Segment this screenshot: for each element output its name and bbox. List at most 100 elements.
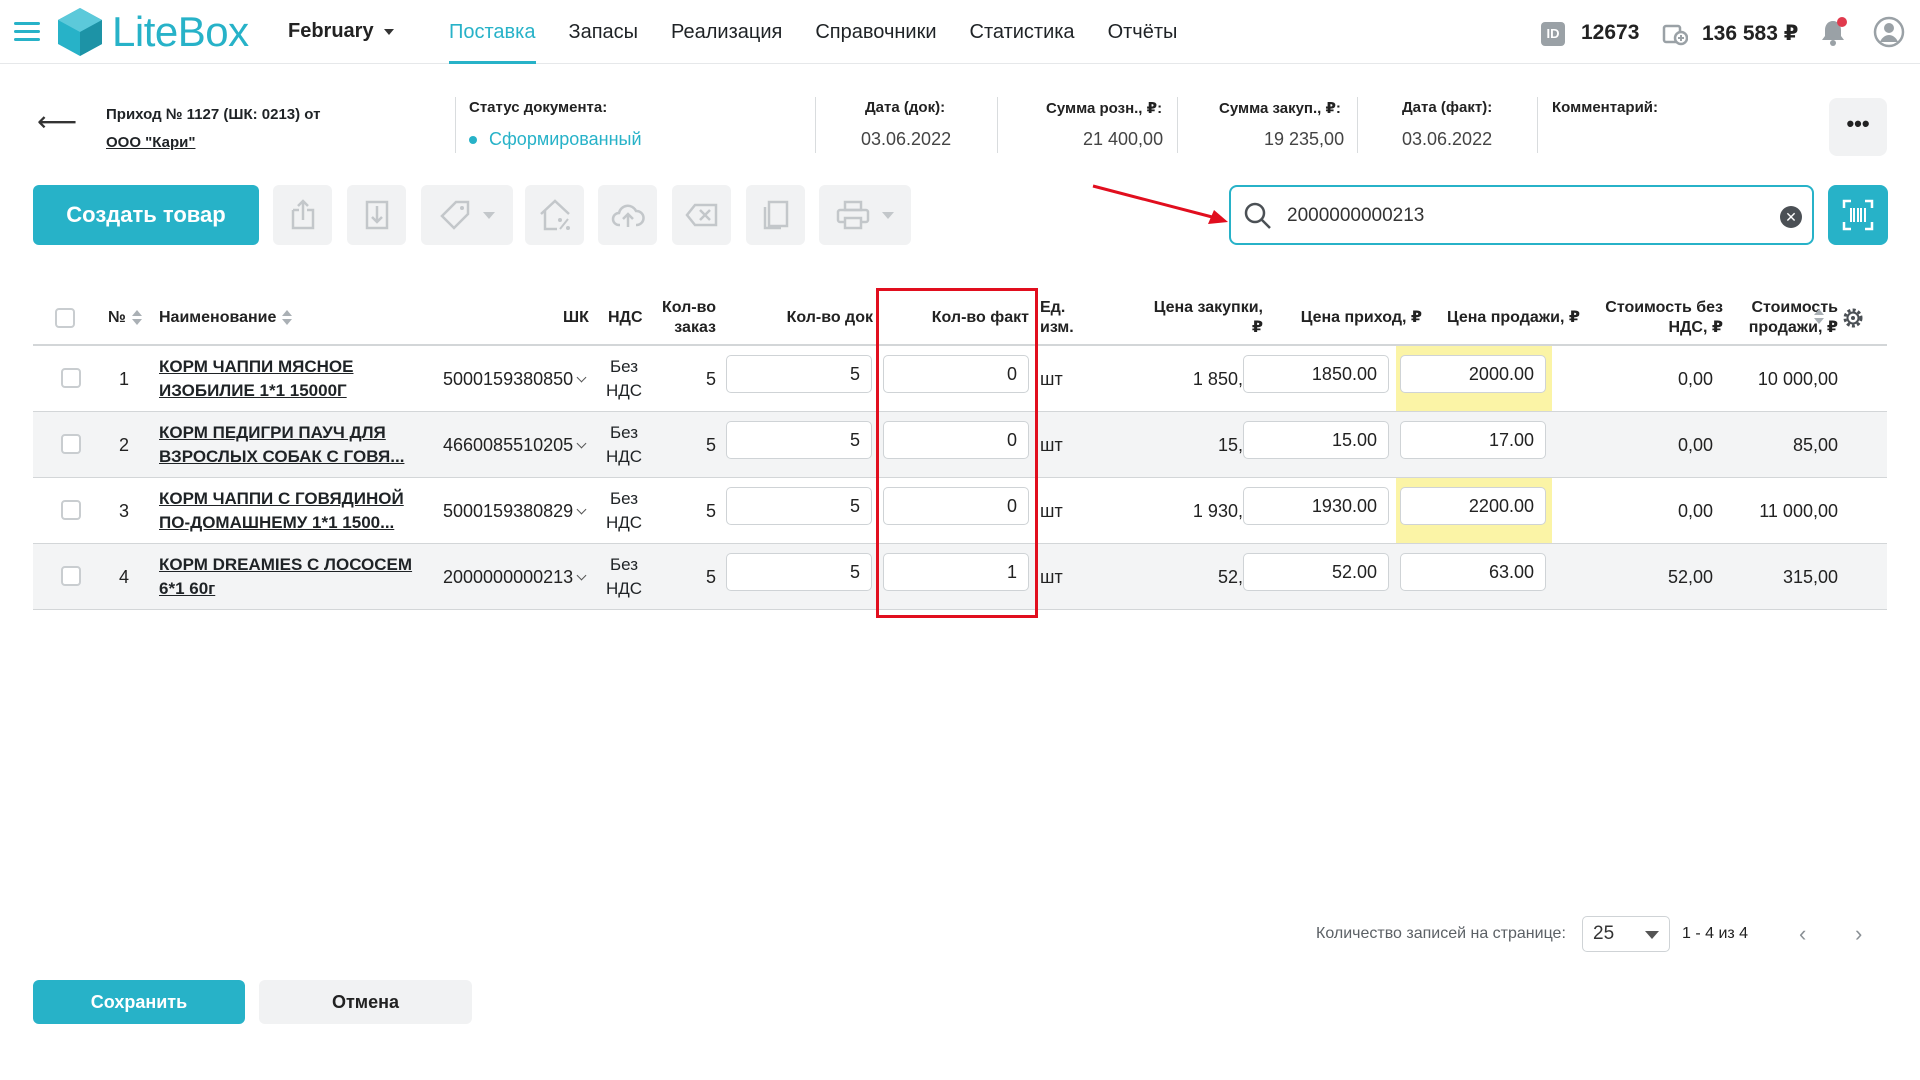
vat-line2: НДС bbox=[605, 579, 643, 598]
nav-item-zapasy[interactable]: Запасы bbox=[569, 0, 639, 64]
product-name-link[interactable]: КОРМ ЧАППИ С ГОВЯДИНОЙ ПО-ДОМАШНЕМУ 1*1 … bbox=[159, 487, 419, 535]
divider bbox=[997, 97, 998, 153]
row-checkbox[interactable] bbox=[61, 500, 81, 520]
more-options-button[interactable]: ••• bbox=[1829, 98, 1887, 156]
nav-item-postavka[interactable]: Поставка bbox=[449, 0, 536, 64]
vat-line1: Без bbox=[609, 357, 639, 376]
barcode-value: 4660085510205 bbox=[443, 435, 574, 455]
copy-button[interactable] bbox=[746, 185, 805, 245]
markup-button[interactable] bbox=[525, 185, 584, 245]
barcode-scan-button[interactable] bbox=[1828, 185, 1888, 245]
page-size-label: Количество записей на странице: bbox=[1316, 925, 1566, 942]
back-arrow-icon[interactable]: ⟵ bbox=[37, 105, 77, 138]
qty-doc-input[interactable]: 5 bbox=[726, 421, 872, 459]
product-name-link[interactable]: КОРМ ПЕДИГРИ ПАУЧ ДЛЯ ВЗРОСЛЫХ СОБАК С Г… bbox=[159, 421, 419, 469]
month-label: February bbox=[288, 20, 374, 42]
create-product-button[interactable]: Создать товар bbox=[33, 185, 259, 245]
menu-icon[interactable] bbox=[14, 22, 40, 42]
header-cost-novat-line2: НДС, ₽ bbox=[1668, 319, 1723, 336]
qty-doc-input[interactable]: 5 bbox=[726, 553, 872, 591]
row-checkbox[interactable] bbox=[61, 368, 81, 388]
product-name-link[interactable]: КОРМ DREAMIES С ЛОСОСЕМ 6*1 60г bbox=[159, 553, 419, 601]
header-num-label: № bbox=[108, 309, 126, 326]
vat-line2: НДС bbox=[605, 447, 643, 466]
next-page-icon[interactable]: › bbox=[1855, 923, 1862, 945]
header-price-sale: Цена продажи, ₽ bbox=[1446, 309, 1580, 326]
nav-item-statistika[interactable]: Статистика bbox=[970, 0, 1075, 64]
price-sale-input[interactable]: 2200.00 bbox=[1400, 487, 1546, 525]
row-num: 2 bbox=[119, 435, 130, 455]
barcode-value: 5000159380850 bbox=[443, 369, 574, 389]
vat-value: Без НДС bbox=[599, 487, 649, 535]
nav-item-otchety[interactable]: Отчёты bbox=[1108, 0, 1178, 64]
price-in-input[interactable]: 1850.00 bbox=[1243, 355, 1389, 393]
clear-button[interactable] bbox=[672, 185, 731, 245]
row-checkbox[interactable] bbox=[61, 566, 81, 586]
supplier-link[interactable]: ООО "Кари" bbox=[106, 129, 320, 157]
chevron-down-icon bbox=[576, 438, 587, 449]
product-name-link[interactable]: КОРМ ЧАППИ МЯСНОЕ ИЗОБИЛИЕ 1*1 15000Г bbox=[159, 355, 419, 403]
document-title: Приход № 1127 (ШК: 0213) от ООО "Кари" bbox=[106, 101, 320, 157]
logo[interactable]: LiteBox bbox=[56, 6, 249, 58]
copy-icon bbox=[763, 200, 788, 230]
cost-novat-value: 0,00 bbox=[1677, 435, 1713, 455]
qty-doc-input[interactable]: 5 bbox=[726, 355, 872, 393]
vat-line2: НДС bbox=[605, 381, 643, 400]
price-in-input[interactable]: 1930.00 bbox=[1243, 487, 1389, 525]
header-name[interactable]: Наименование bbox=[159, 308, 293, 328]
barcode-search-box[interactable]: ✕ bbox=[1229, 185, 1814, 245]
header-unit-line1: Ед. bbox=[1040, 299, 1066, 316]
import-button[interactable] bbox=[347, 185, 406, 245]
cost-novat-value: 0,00 bbox=[1677, 369, 1713, 389]
sort-icon[interactable] bbox=[1814, 309, 1824, 325]
row-num: 4 bbox=[119, 567, 130, 587]
page-size-select[interactable]: 25 bbox=[1582, 916, 1670, 952]
header-price-purchase-line1: Цена закупки, bbox=[1153, 299, 1263, 316]
chevron-down-icon bbox=[1645, 931, 1659, 939]
row-checkbox[interactable] bbox=[61, 434, 81, 454]
cloud-upload-button[interactable] bbox=[598, 185, 657, 245]
prev-page-icon[interactable]: ‹ bbox=[1799, 923, 1806, 945]
header-cost-novat: Стоимость без НДС, ₽ bbox=[1573, 298, 1723, 338]
status-value: Сформированный bbox=[469, 129, 642, 150]
select-all-checkbox[interactable] bbox=[55, 308, 75, 328]
print-button[interactable] bbox=[819, 185, 911, 245]
price-sale-input[interactable]: 2000.00 bbox=[1400, 355, 1546, 393]
price-sale-input[interactable]: 63.00 bbox=[1400, 553, 1546, 591]
annotation-highlight-box bbox=[876, 288, 1038, 618]
header-unit-line2: изм. bbox=[1040, 319, 1074, 336]
month-selector[interactable]: February bbox=[288, 20, 394, 43]
user-avatar-icon[interactable] bbox=[1873, 16, 1905, 48]
annotation-arrow bbox=[1092, 184, 1228, 224]
clear-search-icon[interactable]: ✕ bbox=[1780, 206, 1802, 228]
unit-value: шт bbox=[1040, 435, 1063, 455]
gear-icon[interactable] bbox=[1841, 306, 1865, 330]
sort-icon bbox=[131, 309, 142, 326]
price-in-input[interactable]: 15.00 bbox=[1243, 421, 1389, 459]
qty-doc-input[interactable]: 5 bbox=[726, 487, 872, 525]
barcode-scan-icon bbox=[1842, 199, 1874, 231]
barcode-select[interactable]: 5000159380850 bbox=[443, 367, 587, 391]
barcode-select[interactable]: 5000159380829 bbox=[443, 499, 587, 523]
nav-item-spravochniki[interactable]: Справочники bbox=[815, 0, 936, 64]
price-in-input[interactable]: 52.00 bbox=[1243, 553, 1389, 591]
save-button[interactable]: Сохранить bbox=[33, 980, 245, 1024]
document-title-line: Приход № 1127 (ШК: 0213) от bbox=[106, 106, 321, 123]
barcode-select[interactable]: 4660085510205 bbox=[443, 433, 587, 457]
price-purchase-value: 1 930,00 bbox=[1192, 501, 1263, 521]
vat-value: Без НДС bbox=[599, 355, 649, 403]
header-price-purchase: Цена закупки, ₽ bbox=[1113, 298, 1263, 338]
header-vat: НДС bbox=[608, 309, 643, 326]
header-num[interactable]: № bbox=[108, 308, 142, 328]
price-tag-button[interactable] bbox=[421, 185, 513, 245]
sum-retail-value: 21 400,00 bbox=[1083, 129, 1164, 149]
vat-value: Без НДС bbox=[599, 421, 649, 469]
search-input[interactable] bbox=[1287, 201, 1757, 231]
barcode-select[interactable]: 2000000000213 bbox=[443, 565, 587, 589]
cancel-button[interactable]: Отмена bbox=[259, 980, 472, 1024]
nav-item-realizatsiya[interactable]: Реализация bbox=[671, 0, 782, 64]
price-sale-input[interactable]: 17.00 bbox=[1400, 421, 1546, 459]
export-button[interactable] bbox=[273, 185, 332, 245]
qty-order-value: 5 bbox=[705, 567, 716, 587]
barcode-value: 2000000000213 bbox=[443, 567, 574, 587]
